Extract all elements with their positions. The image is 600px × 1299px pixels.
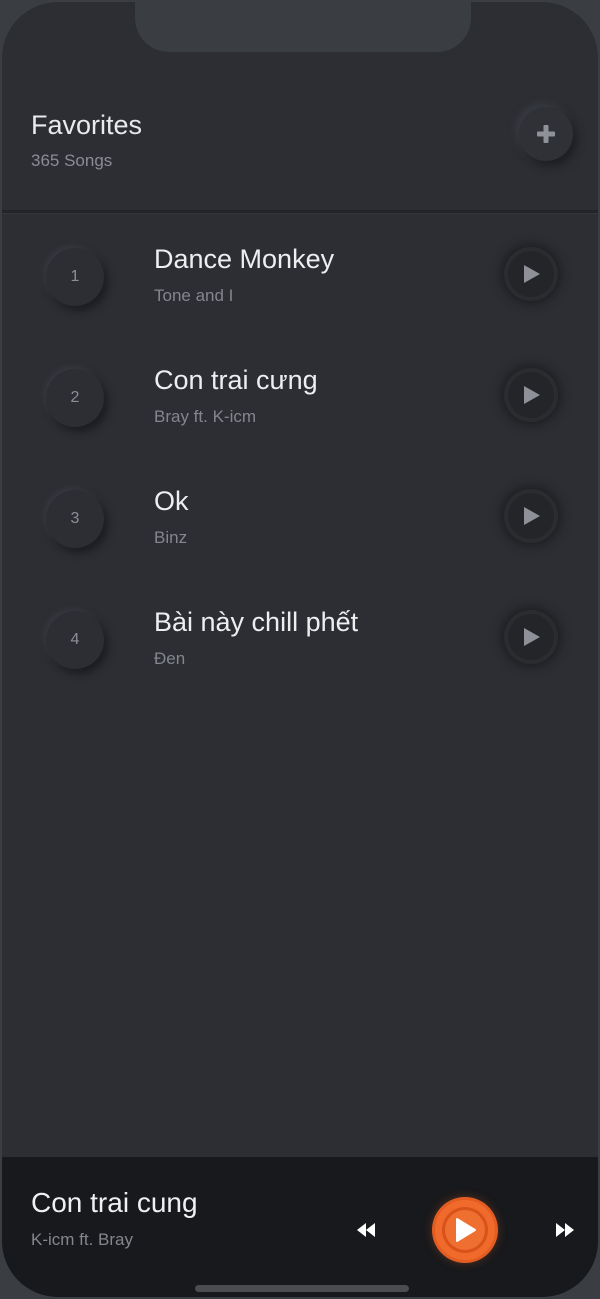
song-row[interactable]: 4 Bài này chill phết Đen [2, 577, 598, 687]
track-number: 3 [46, 490, 104, 548]
phone-screen: Favorites 365 Songs 1 Dance Monkey Tone … [2, 2, 598, 1297]
song-artist: Tone and I [154, 286, 234, 305]
now-playing-title: Con trai cung [31, 1187, 198, 1218]
song-play-button[interactable] [504, 610, 558, 664]
song-play-button[interactable] [504, 247, 558, 301]
now-playing-artist: K-icm ft. Bray [31, 1230, 134, 1249]
play-icon [524, 628, 540, 646]
play-icon [456, 1218, 476, 1242]
song-artist: Binz [154, 528, 188, 547]
song-row[interactable]: 3 Ok Binz [2, 456, 598, 566]
song-artist: Bray ft. K-icm [154, 407, 257, 426]
song-row[interactable]: 2 Con trai cưng Bray ft. K-icm [2, 335, 598, 445]
now-playing-bar[interactable]: Con trai cung K-icm ft. Bray [2, 1157, 598, 1297]
song-play-button[interactable] [504, 489, 558, 543]
song-artist: Đen [154, 649, 186, 668]
add-song-button[interactable] [519, 107, 573, 161]
track-number: 2 [46, 369, 104, 427]
song-title: Bài này chill phết [154, 607, 359, 637]
play-icon [524, 265, 540, 283]
rewind-icon [357, 1223, 375, 1237]
track-number: 1 [46, 248, 104, 306]
song-play-button[interactable] [504, 368, 558, 422]
track-number: 4 [46, 611, 104, 669]
fast-forward-button[interactable] [551, 1218, 579, 1242]
main-play-button[interactable] [435, 1200, 495, 1260]
header-divider [2, 210, 598, 213]
song-title: Dance Monkey [154, 244, 335, 274]
play-icon [524, 386, 540, 404]
home-indicator[interactable] [195, 1285, 409, 1292]
page-title: Favorites [31, 110, 143, 140]
song-count: 365 Songs [31, 151, 113, 170]
plus-icon [537, 125, 555, 143]
main-play-ring [442, 1207, 488, 1253]
playlist-header: Favorites 365 Songs [2, 2, 598, 211]
song-title: Ok [154, 486, 189, 516]
song-row[interactable]: 1 Dance Monkey Tone and I [2, 214, 598, 324]
rewind-button[interactable] [352, 1218, 380, 1242]
play-icon [524, 507, 540, 525]
song-title: Con trai cưng [154, 365, 318, 395]
fast-forward-icon [556, 1223, 574, 1237]
